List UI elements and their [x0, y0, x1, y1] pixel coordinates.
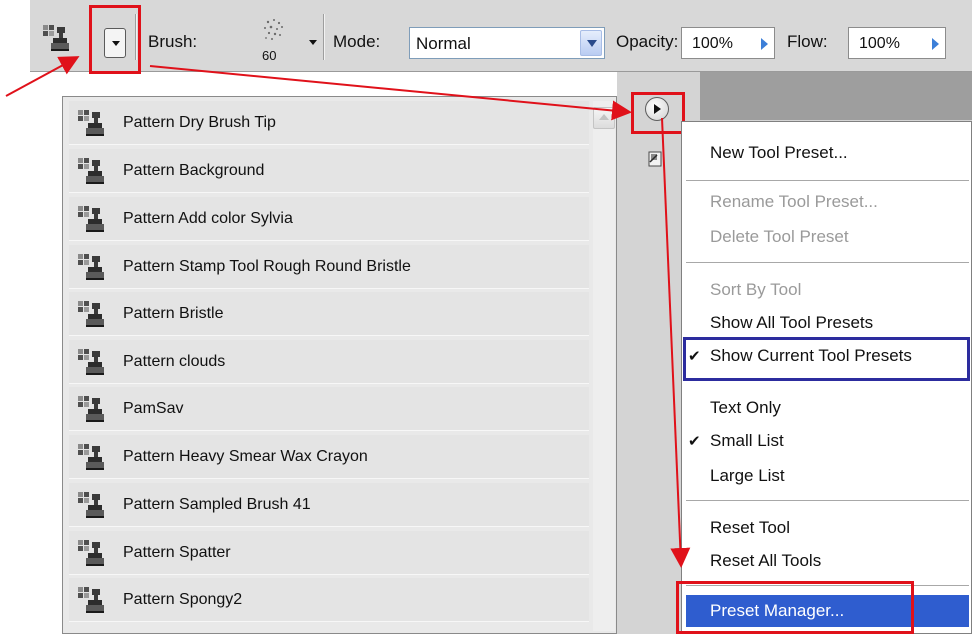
flow-slider-arrow-icon[interactable]	[932, 38, 939, 50]
menu-item-reset-all-tools[interactable]: Reset All Tools	[710, 551, 821, 571]
list-item[interactable]: Pattern Bristle	[69, 292, 589, 336]
preset-manager-highlight	[676, 581, 914, 634]
preset-picker-highlight	[89, 5, 141, 74]
menu-item-reset-tool[interactable]: Reset Tool	[710, 518, 790, 538]
preset-label: Pattern Heavy Smear Wax Crayon	[123, 448, 368, 465]
brush-label: Brush:	[148, 32, 198, 51]
list-item[interactable]: Pattern Spatter	[69, 531, 589, 575]
preset-label: Pattern Spatter	[123, 544, 231, 561]
list-item[interactable]: Pattern Stamp Tool Rough Round Bristle	[69, 245, 589, 289]
list-item[interactable]: PamSav	[69, 387, 589, 431]
mode-select[interactable]: Normal	[409, 27, 605, 59]
menu-item-small-list[interactable]: Small List	[710, 431, 784, 451]
menu-item-text-only[interactable]: Text Only	[710, 398, 781, 418]
mode-label: Mode:	[333, 32, 381, 51]
preset-label: Pattern Bristle	[123, 305, 224, 322]
flow-label: Flow:	[787, 32, 828, 51]
pattern-stamp-icon	[75, 490, 105, 520]
menu-separator	[686, 500, 969, 501]
list-item[interactable]: Pattern Heavy Smear Wax Crayon	[69, 435, 589, 479]
pattern-stamp-icon	[75, 538, 105, 568]
tool-preset-icon[interactable]	[40, 22, 70, 54]
opacity-field[interactable]: 100%	[681, 27, 775, 59]
brush-size-label: 60	[262, 48, 277, 63]
opacity-label: Opacity:	[616, 32, 679, 51]
pattern-stamp-icon	[75, 394, 105, 424]
preset-label: Pattern Sampled Brush 41	[123, 496, 311, 513]
pattern-stamp-icon	[75, 108, 105, 138]
preset-label: Pattern Add color Sylvia	[123, 210, 293, 227]
list-item[interactable]: Pattern Add color Sylvia	[69, 197, 589, 241]
menu-item-show-all-tool-presets[interactable]: Show All Tool Presets	[710, 313, 873, 333]
menu-item-large-list[interactable]: Large List	[710, 466, 785, 486]
list-item[interactable]: Pattern Background	[69, 149, 589, 193]
menu-item-delete-tool-preset[interactable]: Delete Tool Preset	[710, 227, 849, 247]
menu-item-new-tool-preset[interactable]: New Tool Preset...	[710, 143, 848, 163]
scroll-up-button[interactable]	[593, 107, 615, 129]
pattern-stamp-icon	[75, 252, 105, 282]
list-item[interactable]: Pattern clouds	[69, 340, 589, 384]
chevron-down-icon[interactable]	[580, 30, 602, 56]
list-item[interactable]: Pattern Spongy2	[69, 578, 589, 622]
flow-field[interactable]: 100%	[848, 27, 946, 59]
checkmark-icon: ✔	[688, 433, 701, 450]
scrollbar[interactable]	[593, 101, 615, 631]
menu-item-sort-by-tool[interactable]: Sort By Tool	[710, 280, 801, 300]
options-bar: Brush: 60 Mode: Normal Opacity: 100% Flo…	[30, 0, 972, 72]
preset-label: Pattern Dry Brush Tip	[123, 114, 276, 131]
menu-button-highlight	[631, 92, 685, 134]
preset-label: PamSav	[123, 400, 184, 417]
brush-dropdown-icon[interactable]	[309, 40, 317, 45]
list-item[interactable]: Pattern Dry Brush Tip	[69, 101, 589, 145]
pattern-stamp-icon	[75, 204, 105, 234]
opacity-value: 100%	[692, 35, 733, 52]
pattern-stamp-icon	[75, 299, 105, 329]
panel-header	[700, 72, 972, 120]
new-preset-icon[interactable]	[646, 150, 664, 168]
menu-item-rename-tool-preset[interactable]: Rename Tool Preset...	[710, 192, 878, 212]
list-item[interactable]: Pattern Sampled Brush 41	[69, 483, 589, 527]
mode-value: Normal	[416, 34, 471, 53]
tool-presets-list: Pattern Dry Brush Tip Pattern Background…	[62, 96, 617, 634]
menu-separator	[686, 180, 969, 181]
preset-label: Pattern Background	[123, 162, 265, 179]
pattern-stamp-icon	[75, 442, 105, 472]
preset-label: Pattern Spongy2	[123, 591, 243, 608]
menu-separator	[686, 262, 969, 263]
pattern-stamp-icon	[75, 156, 105, 186]
separator	[323, 14, 325, 60]
show-current-highlight	[683, 337, 970, 381]
preset-label: Pattern Stamp Tool Rough Round Bristle	[123, 258, 411, 275]
pattern-stamp-icon	[75, 347, 105, 377]
pattern-stamp-icon	[75, 585, 105, 615]
opacity-slider-arrow-icon[interactable]	[761, 38, 768, 50]
preset-label: Pattern clouds	[123, 353, 226, 370]
flow-value: 100%	[859, 35, 900, 52]
